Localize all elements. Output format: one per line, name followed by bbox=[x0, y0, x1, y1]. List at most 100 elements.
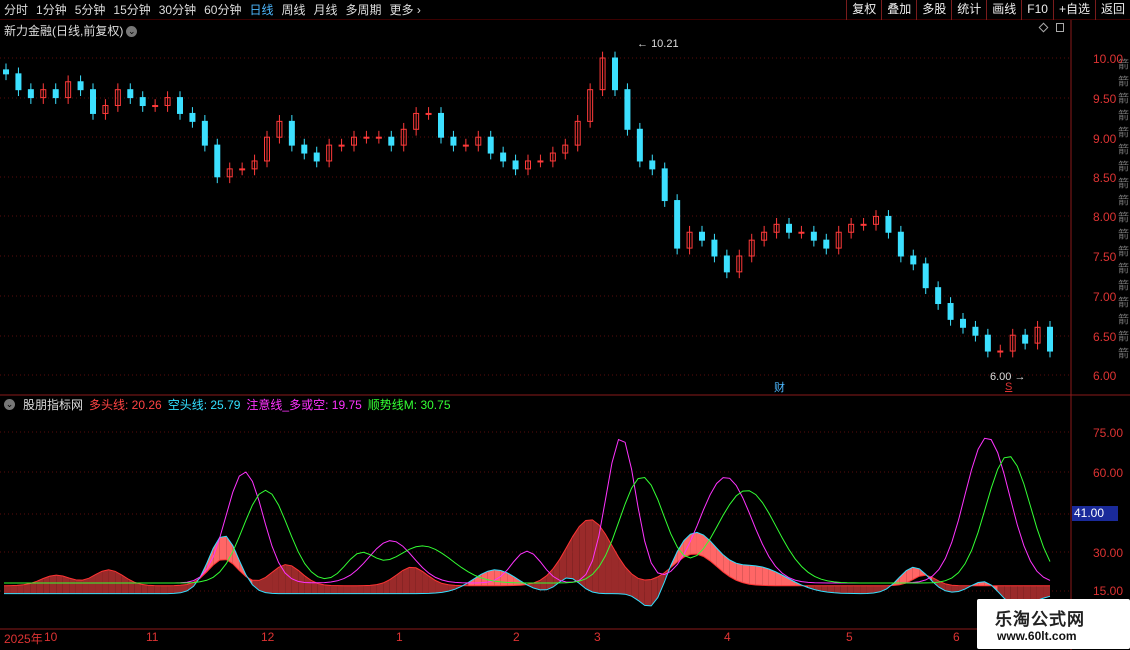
indicator-fill bbox=[422, 571, 429, 594]
tool-button[interactable]: 返回 bbox=[1094, 0, 1130, 20]
sidebar-glyph: 箭 bbox=[1118, 261, 1129, 275]
period-tab[interactable]: 30分钟 bbox=[155, 0, 200, 20]
candle-body bbox=[699, 231, 705, 241]
candle-body bbox=[77, 81, 84, 91]
candle-body bbox=[897, 231, 904, 257]
candle-body bbox=[375, 136, 382, 139]
indicator-fill bbox=[415, 567, 423, 594]
period-tab[interactable]: 60分钟 bbox=[200, 0, 245, 20]
candle-body bbox=[612, 57, 618, 91]
tool-button[interactable]: 画线 bbox=[986, 0, 1021, 20]
tool-button[interactable]: 统计 bbox=[951, 0, 986, 20]
candle-body bbox=[239, 168, 246, 171]
date-tick-label: 12 bbox=[261, 630, 275, 644]
price-tick-label: 8.50 bbox=[1093, 171, 1117, 185]
price-tick-label: 8.00 bbox=[1093, 210, 1117, 224]
indicator-fill bbox=[644, 579, 652, 606]
legend-item-attention: 注意线_多或空: 19.75 bbox=[246, 398, 362, 412]
watermark-title: 乐淘公式网 bbox=[995, 610, 1085, 629]
s-marker[interactable]: S bbox=[1005, 381, 1012, 393]
chart-canvas[interactable]: 箭箭箭箭箭箭箭箭箭箭箭箭箭箭箭箭箭箭 bbox=[0, 20, 1130, 650]
indicator-fill bbox=[160, 585, 168, 594]
indicator-fill bbox=[625, 566, 632, 597]
sidebar-glyph: 箭 bbox=[1118, 244, 1129, 258]
period-tab[interactable]: 5分钟 bbox=[71, 0, 110, 20]
period-tab[interactable]: 日线 bbox=[245, 0, 277, 20]
date-tick-label: 11 bbox=[146, 630, 159, 644]
sidebar-glyph: 箭 bbox=[1118, 312, 1129, 326]
indicator-fill bbox=[723, 554, 730, 577]
sidebar-glyph: 箭 bbox=[1118, 159, 1129, 173]
date-tick-label: 3 bbox=[594, 630, 601, 644]
candle-body bbox=[27, 89, 34, 99]
candle-body bbox=[338, 144, 345, 147]
stock-title[interactable]: 新力金融(日线,前复权) ⌄ bbox=[4, 22, 138, 39]
candle-body bbox=[823, 239, 830, 249]
tool-button[interactable]: 复权 bbox=[846, 0, 881, 20]
candle-body bbox=[450, 136, 457, 146]
indicator-name[interactable]: 股朋指标网 bbox=[23, 396, 83, 413]
candle-body bbox=[462, 144, 469, 147]
period-tab[interactable]: 分时 bbox=[0, 0, 32, 20]
period-tab[interactable]: 1分钟 bbox=[32, 0, 71, 20]
candle-body bbox=[500, 152, 507, 162]
sidebar-glyph: 箭 bbox=[1118, 142, 1129, 156]
candle-body bbox=[214, 144, 221, 178]
tool-button[interactable]: 叠加 bbox=[881, 0, 916, 20]
long-line bbox=[3, 519, 1050, 587]
period-tab[interactable]: 月线 bbox=[310, 0, 342, 20]
indicator-fill bbox=[853, 585, 861, 594]
tool-button[interactable]: F10 bbox=[1021, 0, 1053, 20]
indicator-fill bbox=[585, 519, 593, 592]
date-tick-label: 6 bbox=[953, 630, 960, 644]
candle-body bbox=[786, 223, 792, 233]
indicator-fill bbox=[324, 584, 331, 594]
price-tick-label: 10.00 bbox=[1093, 52, 1124, 66]
tool-button[interactable]: +自选 bbox=[1052, 0, 1095, 20]
indicator-fill bbox=[141, 584, 148, 594]
indicator-tick-label: 60.00 bbox=[1093, 466, 1124, 480]
indicator-fill bbox=[330, 585, 338, 594]
indicator-fill bbox=[75, 579, 83, 594]
sidebar-glyph: 箭 bbox=[1118, 227, 1129, 241]
indicator-fill bbox=[121, 574, 129, 594]
chart-area[interactable]: 箭箭箭箭箭箭箭箭箭箭箭箭箭箭箭箭箭箭 新力金融(日线,前复权) ⌄ ← 10.21… bbox=[0, 20, 1130, 650]
period-tabs: 分时 1分钟 5分钟 15分钟 30分钟 60分钟 日线 周线 月线 多周期 更多 › bbox=[0, 0, 425, 20]
tool-buttons: 复权 叠加 多股 统计 画线 F10 +自选 返回 bbox=[846, 0, 1130, 20]
sidebar-glyph: 箭 bbox=[1118, 108, 1129, 122]
high-price-label: ← 10.21 bbox=[637, 38, 679, 50]
period-tab[interactable]: 多周期 bbox=[342, 0, 386, 20]
candle-body bbox=[1022, 334, 1029, 344]
date-tick-label: 2025年 bbox=[4, 632, 43, 646]
indicator-fill bbox=[951, 585, 959, 593]
indicator-fill bbox=[173, 585, 181, 594]
candle-body bbox=[711, 239, 718, 257]
window-icon[interactable] bbox=[1056, 23, 1064, 32]
period-tab[interactable]: 周线 bbox=[277, 0, 309, 20]
candle-body bbox=[15, 73, 22, 91]
date-tick-label: 2 bbox=[513, 630, 520, 644]
period-tab[interactable]: 更多 › bbox=[386, 0, 425, 20]
date-tick-label: 4 bbox=[724, 630, 731, 644]
candle-body bbox=[90, 89, 96, 114]
price-tick-label: 6.00 bbox=[1093, 369, 1117, 383]
indicator-fill bbox=[49, 575, 57, 594]
finance-marker[interactable]: 财 bbox=[774, 379, 785, 395]
candle-body bbox=[363, 136, 370, 139]
attention-line bbox=[4, 437, 1051, 584]
stock-title-text: 新力金融(日线,前复权) bbox=[4, 24, 124, 38]
period-tab[interactable]: 15分钟 bbox=[109, 0, 154, 20]
indicator-fill bbox=[167, 585, 174, 594]
chevron-down-icon[interactable]: ⌄ bbox=[4, 399, 15, 410]
indicator-fill bbox=[866, 585, 874, 594]
chevron-down-icon[interactable]: ⌄ bbox=[126, 26, 138, 38]
short-line bbox=[4, 531, 1051, 607]
candle-body bbox=[127, 89, 134, 99]
date-tick-label: 10 bbox=[44, 630, 58, 644]
indicator-fill bbox=[43, 576, 50, 594]
candle-body bbox=[723, 255, 730, 273]
candle-body bbox=[810, 231, 817, 241]
candle-body bbox=[152, 105, 159, 108]
indicator-fill bbox=[17, 584, 24, 594]
tool-button[interactable]: 多股 bbox=[916, 0, 951, 20]
